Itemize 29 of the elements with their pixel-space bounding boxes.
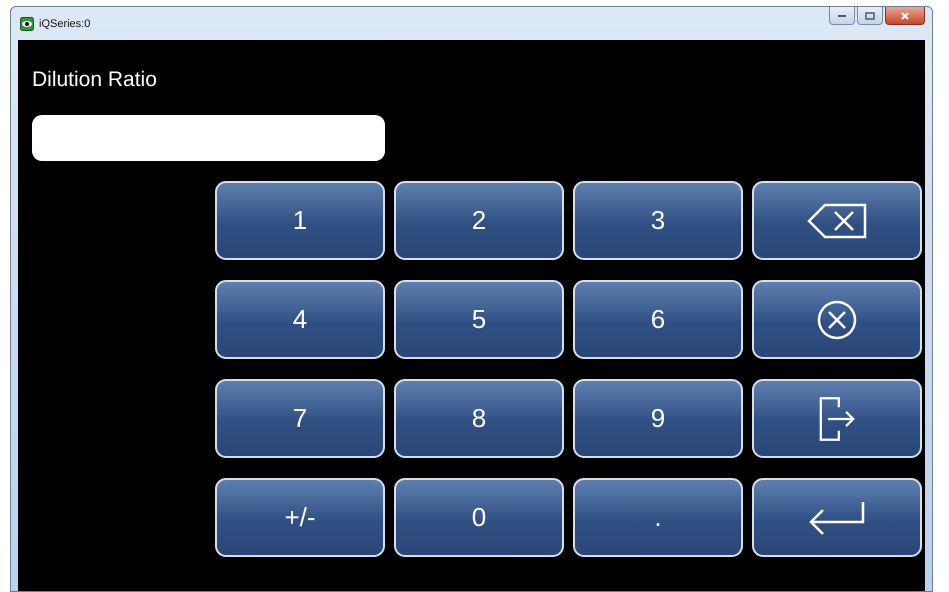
clear-button[interactable]	[752, 280, 922, 359]
key-button[interactable]: 0	[394, 478, 564, 557]
key-button[interactable]: 1	[215, 181, 385, 260]
enter-button[interactable]	[752, 478, 922, 557]
key-button[interactable]: .	[573, 478, 743, 557]
key-button[interactable]: 8	[394, 379, 564, 458]
exit-icon	[819, 396, 855, 442]
key-button[interactable]: 2	[394, 181, 564, 260]
key-button[interactable]: 7	[215, 379, 385, 458]
field-label: Dilution Ratio	[32, 68, 158, 93]
minimize-button[interactable]	[829, 7, 855, 25]
close-button[interactable]	[885, 7, 925, 25]
enter-arrow-icon	[807, 500, 867, 536]
window-title: iQSeries:0	[39, 18, 90, 30]
key-button[interactable]: +/-	[215, 478, 385, 557]
key-button[interactable]: 3	[573, 181, 743, 260]
key-button[interactable]: 5	[394, 280, 564, 359]
key-button[interactable]: 4	[215, 280, 385, 359]
close-icon	[817, 300, 857, 340]
eye-icon	[20, 16, 34, 30]
maximize-icon	[865, 12, 875, 20]
close-icon	[900, 12, 910, 20]
exit-button[interactable]	[752, 379, 922, 458]
input-field[interactable]	[32, 115, 385, 161]
key-button[interactable]: 9	[573, 379, 743, 458]
backspace-icon	[807, 202, 867, 238]
key-button[interactable]: 6	[573, 280, 743, 359]
maximize-button[interactable]	[857, 7, 883, 25]
backspace-button[interactable]	[752, 181, 922, 260]
